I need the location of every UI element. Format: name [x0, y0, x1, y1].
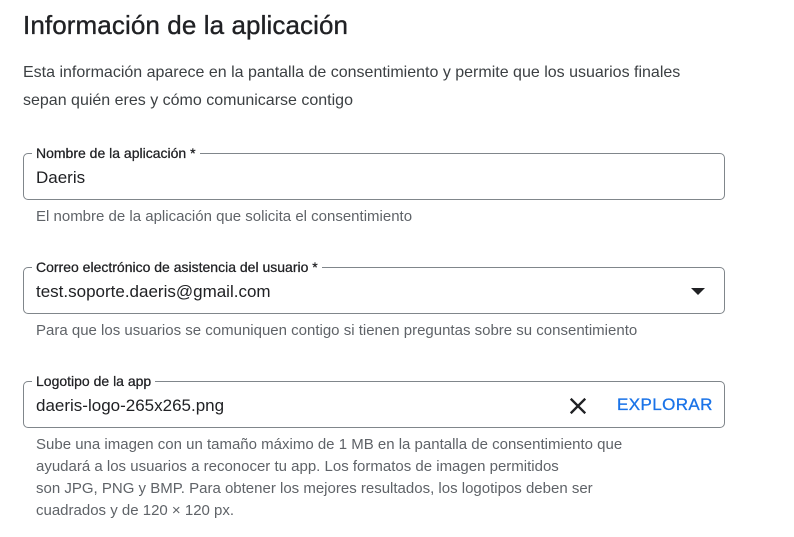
logo-file-field[interactable]: Logotipo de la app daeris-logo-265x265.p… [23, 372, 725, 428]
app-name-value[interactable]: Daeris [36, 168, 85, 188]
support-email-value[interactable]: test.soporte.daeris@gmail.com [36, 282, 271, 302]
section-description: Esta información aparece en la pantalla … [23, 64, 681, 109]
browse-button[interactable]: EXPLORAR [617, 395, 713, 415]
support-email-label: Correo electrónico de asistencia del usu… [32, 258, 322, 276]
logo-file-name: daeris-logo-265x265.png [36, 396, 225, 415]
logo-hint-line: Sube una imagen con un tamaño máximo de … [36, 436, 623, 453]
logo-hint-line: ayudará a los usuarios a reconocer tu ap… [36, 458, 559, 475]
close-icon[interactable] [567, 395, 589, 417]
logo-label: Logotipo de la app [32, 372, 156, 390]
app-name-label: Nombre de la aplicación * [32, 144, 200, 162]
logo-hint: Sube una imagen con un tamaño máximo de … [36, 434, 622, 522]
app-name-field[interactable]: Nombre de la aplicación * Daeris [23, 144, 725, 200]
section-title: Información de la aplicación [23, 10, 349, 40]
support-email-hint: Para que los usuarios se comuniquen cont… [36, 322, 638, 339]
app-name-hint: El nombre de la aplicación que solicita … [36, 208, 413, 225]
logo-hint-line: cuadrados y de 120 × 120 px. [36, 502, 235, 519]
logo-hint-line: son JPG, PNG y BMP. Para obtener los mej… [36, 480, 593, 497]
support-email-select[interactable]: Correo electrónico de asistencia del usu… [23, 258, 725, 314]
dropdown-arrow-icon[interactable] [691, 288, 705, 295]
